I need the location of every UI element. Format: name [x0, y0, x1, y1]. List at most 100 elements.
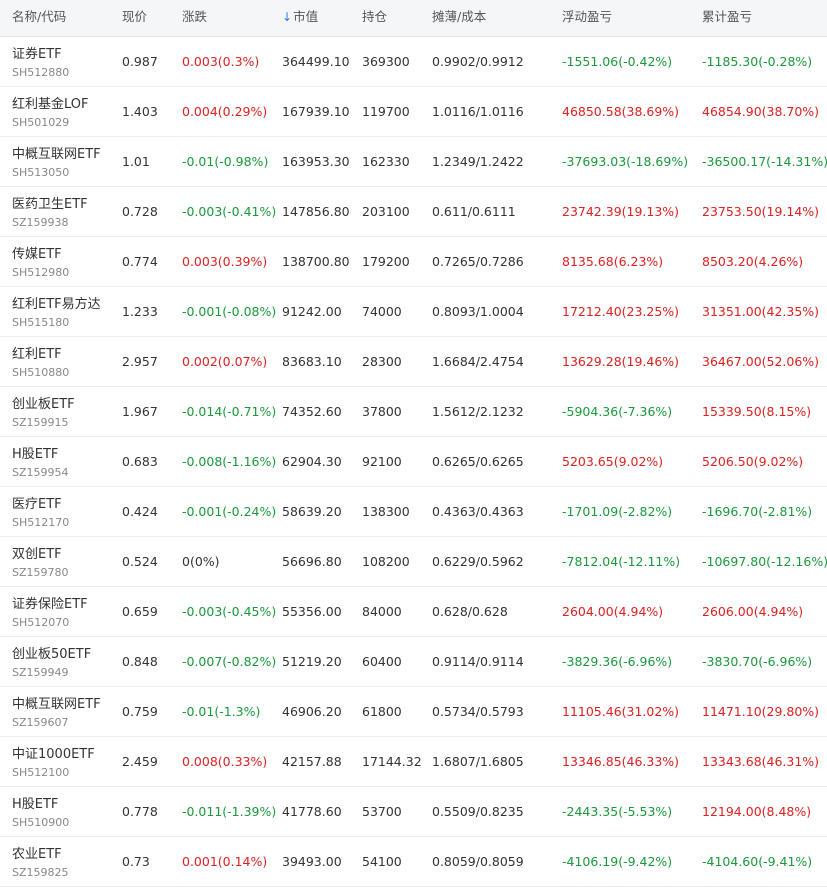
header-name-code[interactable]: 名称/代码	[12, 0, 66, 36]
cost-cell: 0.5734/0.5793	[432, 704, 524, 719]
header-position[interactable]: 持仓	[362, 0, 387, 36]
table-row[interactable]: H股ETF SH510900 0.778 -0.011(-1.39%) 41778.60…	[0, 787, 827, 837]
float-pl-cell: 23742.39(19.13%)	[562, 204, 680, 219]
price-cell: 1.01	[122, 154, 150, 169]
change-cell: -0.003(-0.45%)	[182, 604, 277, 619]
position-cell: 17144.32	[362, 754, 422, 769]
change-cell: 0.003(0.3%)	[182, 54, 260, 69]
table-header: 名称/代码 现价 涨跌 ↓市值 持仓 摊薄/成本 浮动盈亏 累计盈亏	[0, 0, 827, 37]
table-row[interactable]: 双创ETF SZ159780 0.524 0(0%) 56696.80 108200 0.6…	[0, 537, 827, 587]
table-row[interactable]: 医疗ETF SH512170 0.424 -0.001(-0.24%) 58639.20…	[0, 487, 827, 537]
table-row[interactable]: 农业ETF SZ159825 0.73 0.001(0.14%) 39493.00 541…	[0, 837, 827, 887]
position-cell: 138300	[362, 504, 410, 519]
table-row[interactable]: 红利ETF SH510880 2.957 0.002(0.07%) 83683.10 28…	[0, 337, 827, 387]
market-value-cell: 55356.00	[282, 604, 342, 619]
cost-cell: 0.9902/0.9912	[432, 54, 524, 69]
total-pl-cell: 12194.00(8.48%)	[702, 804, 812, 819]
table-row[interactable]: 中概互联网ETF SH513050 1.01 -0.01(-0.98%) 163953.…	[0, 137, 827, 187]
cost-cell: 0.5509/0.8235	[432, 804, 524, 819]
table-row[interactable]: 中概互联网ETF SZ159607 0.759 -0.01(-1.3%) 46906.2…	[0, 687, 827, 737]
table-row[interactable]: 证券保险ETF SH512070 0.659 -0.003(-0.45%) 55356.…	[0, 587, 827, 637]
cost-cell: 1.6684/2.4754	[432, 354, 524, 369]
float-pl-cell: -4106.19(-9.42%)	[562, 854, 673, 869]
total-pl-cell: 11471.10(29.80%)	[702, 704, 820, 719]
float-pl-cell: -37693.03(-18.69%)	[562, 154, 689, 169]
total-pl-cell: 36467.00(52.06%)	[702, 354, 820, 369]
cost-cell: 0.6229/0.5962	[432, 554, 524, 569]
table-row[interactable]: 创业板ETF SZ159915 1.967 -0.014(-0.71%) 74352.6…	[0, 387, 827, 437]
float-pl-cell: -2443.35(-5.53%)	[562, 804, 673, 819]
float-pl-cell: 5203.65(9.02%)	[562, 454, 664, 469]
market-value-cell: 58639.20	[282, 504, 342, 519]
price-cell: 0.759	[122, 704, 158, 719]
position-cell: 162330	[362, 154, 410, 169]
change-cell: -0.001(-0.24%)	[182, 504, 277, 519]
price-cell: 2.459	[122, 754, 158, 769]
float-pl-cell: -5904.36(-7.36%)	[562, 404, 673, 419]
market-value-cell: 147856.80	[282, 204, 350, 219]
header-float-pl[interactable]: 浮动盈亏	[562, 0, 612, 36]
fund-name: 农业ETF	[12, 847, 62, 862]
fund-code: SH513050	[12, 166, 70, 179]
change-cell: 0.008(0.33%)	[182, 754, 268, 769]
change-cell: 0.002(0.07%)	[182, 354, 268, 369]
header-price[interactable]: 现价	[122, 0, 147, 36]
change-cell: -0.014(-0.71%)	[182, 404, 277, 419]
price-cell: 0.524	[122, 554, 158, 569]
fund-code: SH512070	[12, 616, 70, 629]
table-row[interactable]: 传媒ETF SH512980 0.774 0.003(0.39%) 138700.80 1…	[0, 237, 827, 287]
cost-cell: 0.4363/0.4363	[432, 504, 524, 519]
fund-name: 创业板ETF	[12, 397, 75, 412]
header-total-pl[interactable]: 累计盈亏	[702, 0, 752, 36]
position-cell: 37800	[362, 404, 402, 419]
price-cell: 2.957	[122, 354, 158, 369]
table-row[interactable]: 红利基金LOF SH501029 1.403 0.004(0.29%) 167939.1…	[0, 87, 827, 137]
table-row[interactable]: 创业板50ETF SZ159949 0.848 -0.007(-0.82%) 51219…	[0, 637, 827, 687]
fund-name: 医药卫生ETF	[12, 197, 88, 212]
table-row[interactable]: H股ETF SZ159954 0.683 -0.008(-1.16%) 62904.30…	[0, 437, 827, 487]
total-pl-cell: 31351.00(42.35%)	[702, 304, 820, 319]
holdings-table: 名称/代码 现价 涨跌 ↓市值 持仓 摊薄/成本 浮动盈亏 累计盈亏 证券ETF…	[0, 0, 827, 887]
cost-cell: 0.8093/1.0004	[432, 304, 524, 319]
total-pl-cell: -10697.80(-12.16%)	[702, 554, 827, 569]
fund-name: 中概互联网ETF	[12, 147, 101, 162]
fund-code: SZ159825	[12, 866, 69, 879]
fund-name: 传媒ETF	[12, 247, 62, 262]
position-cell: 92100	[362, 454, 402, 469]
fund-code: SH515180	[12, 316, 70, 329]
table-row[interactable]: 证券ETF SH512880 0.987 0.003(0.3%) 364499.10 36…	[0, 37, 827, 87]
table-row[interactable]: 中证1000ETF SH512100 2.459 0.008(0.33%) 42157.…	[0, 737, 827, 787]
fund-name: 红利ETF易方达	[12, 297, 101, 312]
cost-cell: 0.8059/0.8059	[432, 854, 524, 869]
fund-code: SZ159938	[12, 216, 69, 229]
fund-name: 红利基金LOF	[12, 97, 89, 112]
change-cell: 0(0%)	[182, 554, 220, 569]
float-pl-cell: 13629.28(19.46%)	[562, 354, 680, 369]
market-value-cell: 138700.80	[282, 254, 350, 269]
fund-code: SH512980	[12, 266, 70, 279]
market-value-cell: 83683.10	[282, 354, 342, 369]
price-cell: 0.728	[122, 204, 158, 219]
total-pl-cell: 2606.00(4.94%)	[702, 604, 804, 619]
market-value-cell: 56696.80	[282, 554, 342, 569]
fund-name: 创业板50ETF	[12, 647, 92, 662]
market-value-cell: 51219.20	[282, 654, 342, 669]
float-pl-cell: 46850.58(38.69%)	[562, 104, 680, 119]
fund-code: SH512100	[12, 766, 70, 779]
table-row[interactable]: 红利ETF易方达 SH515180 1.233 -0.001(-0.08%) 91242…	[0, 287, 827, 337]
table-row[interactable]: 医药卫生ETF SZ159938 0.728 -0.003(-0.41%) 147856…	[0, 187, 827, 237]
price-cell: 1.403	[122, 104, 158, 119]
cost-cell: 0.628/0.628	[432, 604, 508, 619]
market-value-cell: 42157.88	[282, 754, 342, 769]
fund-code: SZ159954	[12, 466, 69, 479]
change-cell: 0.003(0.39%)	[182, 254, 268, 269]
header-market-value[interactable]: ↓市值	[282, 0, 318, 36]
header-change[interactable]: 涨跌	[182, 0, 207, 36]
cost-cell: 1.0116/1.0116	[432, 104, 524, 119]
float-pl-cell: 11105.46(31.02%)	[562, 704, 680, 719]
fund-name: H股ETF	[12, 797, 59, 812]
total-pl-cell: 5206.50(9.02%)	[702, 454, 804, 469]
header-cost[interactable]: 摊薄/成本	[432, 0, 486, 36]
change-cell: -0.008(-1.16%)	[182, 454, 277, 469]
price-cell: 0.683	[122, 454, 158, 469]
